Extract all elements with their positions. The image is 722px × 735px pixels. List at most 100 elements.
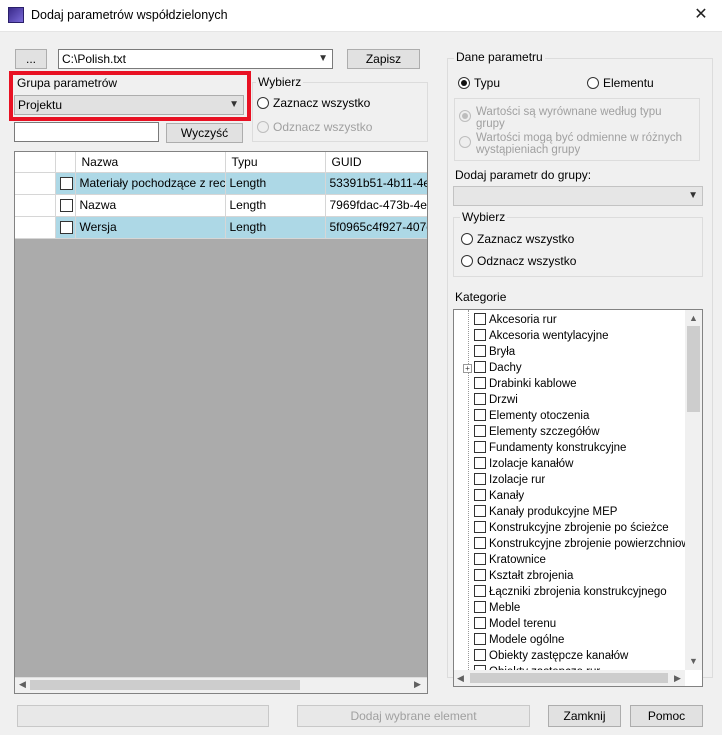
- scroll-thumb[interactable]: [687, 326, 700, 412]
- column-header-name[interactable]: Nazwa: [75, 152, 226, 173]
- deselect-all-left-radio[interactable]: Odznacz wszystko: [257, 120, 372, 134]
- checkbox-icon[interactable]: [474, 409, 486, 421]
- category-label: Kanały: [489, 490, 525, 502]
- add-selected-button[interactable]: Dodaj wybrane element: [297, 705, 530, 727]
- scroll-right-icon[interactable]: ▶: [674, 673, 681, 684]
- checkbox-icon[interactable]: [474, 633, 486, 645]
- categories-tree[interactable]: + Akcesoria rur Akcesoria wentylacyjne Bry…: [453, 309, 703, 687]
- category-label: Konstrukcyjne zbrojenie powierzchniowe: [489, 538, 686, 550]
- scroll-right-icon[interactable]: ▶: [414, 679, 421, 690]
- category-item[interactable]: Kratownice: [474, 552, 546, 568]
- column-header: [15, 152, 56, 173]
- row-checkbox[interactable]: [55, 216, 76, 239]
- help-button[interactable]: Pomoc: [630, 705, 703, 727]
- checkbox-icon[interactable]: [474, 537, 486, 549]
- file-path-combo[interactable]: C:\Polish.txt ▼: [58, 49, 333, 69]
- checkbox-icon[interactable]: [474, 649, 486, 661]
- checkbox-icon[interactable]: [474, 505, 486, 517]
- column-header-guid[interactable]: GUID: [325, 152, 427, 173]
- categories-legend: Kategorie: [455, 290, 507, 304]
- checkbox-icon[interactable]: [474, 457, 486, 469]
- category-item[interactable]: Bryła: [474, 344, 515, 360]
- category-item[interactable]: Konstrukcyjne zbrojenie powierzchniowe: [474, 536, 686, 552]
- parameters-table[interactable]: Nazwa Typu GUID Materiały pochodzące z r…: [14, 151, 428, 694]
- category-item[interactable]: Łączniki zbrojenia konstrukcyjnego: [474, 584, 667, 600]
- category-item[interactable]: Izolacje rur: [474, 472, 545, 488]
- checkbox-icon[interactable]: [474, 489, 486, 501]
- guid-cell: 53391b51-4b11-4e8a: [325, 172, 427, 195]
- checkbox-icon[interactable]: [474, 361, 486, 373]
- radio-icon: [461, 255, 473, 267]
- scroll-left-icon[interactable]: ◀: [19, 679, 26, 690]
- deselect-all-right-radio[interactable]: Odznacz wszystko: [461, 254, 576, 268]
- category-item[interactable]: Akcesoria rur: [474, 312, 557, 328]
- category-item[interactable]: Modele ogólne: [474, 632, 564, 648]
- group-combo[interactable]: Projektu ▼: [14, 95, 244, 115]
- scroll-thumb[interactable]: [30, 680, 300, 690]
- category-item[interactable]: Obiekty zastępcze kanałów: [474, 648, 628, 664]
- category-label: Model terenu: [489, 618, 557, 630]
- category-item[interactable]: Fundamenty konstrukcyjne: [474, 440, 626, 456]
- save-button[interactable]: Zapisz: [347, 49, 420, 69]
- category-item[interactable]: Dachy: [474, 360, 522, 376]
- table-row[interactable]: Nazwa Length 7969fdac-473b-4e59: [15, 194, 427, 217]
- type-radio[interactable]: Typu: [458, 76, 500, 90]
- checkbox-icon[interactable]: [474, 553, 486, 565]
- category-item[interactable]: Model terenu: [474, 616, 556, 632]
- row-header-cell[interactable]: [15, 172, 56, 195]
- row-checkbox[interactable]: [55, 172, 76, 195]
- checkbox-icon[interactable]: [474, 345, 486, 357]
- checkbox-icon[interactable]: [474, 425, 486, 437]
- checkbox-icon[interactable]: [474, 473, 486, 485]
- checkbox-icon[interactable]: [474, 601, 486, 613]
- category-item[interactable]: Meble: [474, 600, 520, 616]
- category-label: Obiekty zastępcze kanałów: [489, 650, 629, 662]
- aligned-values-radio[interactable]: Wartości są wyrównane według typu grupy: [459, 106, 689, 130]
- clear-button[interactable]: Wyczyść: [166, 123, 243, 143]
- checkbox-icon[interactable]: [474, 313, 486, 325]
- category-item[interactable]: Elementy szczegółów: [474, 424, 600, 440]
- checkbox-icon[interactable]: [474, 585, 486, 597]
- category-item[interactable]: Elementy otoczenia: [474, 408, 589, 424]
- element-radio[interactable]: Elementu: [587, 76, 654, 90]
- checkbox-icon[interactable]: [474, 393, 486, 405]
- category-item[interactable]: Kształt zbrojenia: [474, 568, 573, 584]
- scroll-left-icon[interactable]: ◀: [457, 673, 464, 684]
- group-value: Projektu: [18, 98, 63, 112]
- category-label: Izolacje kanałów: [489, 458, 574, 470]
- expand-icon[interactable]: +: [463, 364, 472, 373]
- column-header-type[interactable]: Typu: [225, 152, 326, 173]
- category-item[interactable]: Drzwi: [474, 392, 518, 408]
- category-label: Dachy: [489, 362, 522, 374]
- table-row[interactable]: Materiały pochodzące z rec... Length 533…: [15, 172, 427, 195]
- select-all-right-radio[interactable]: Zaznacz wszystko: [461, 232, 574, 246]
- checkbox-icon[interactable]: [474, 377, 486, 389]
- category-item[interactable]: Izolacje kanałów: [474, 456, 573, 472]
- select-all-left-radio[interactable]: Zaznacz wszystko: [257, 96, 370, 110]
- add-to-group-combo[interactable]: ▼: [453, 186, 703, 206]
- scroll-thumb[interactable]: [470, 673, 668, 683]
- type-radio-label: Typu: [474, 76, 501, 90]
- browse-button[interactable]: ...: [15, 49, 47, 69]
- checkbox-icon[interactable]: [474, 441, 486, 453]
- scroll-down-icon[interactable]: ▼: [689, 656, 698, 666]
- checkbox-icon[interactable]: [474, 521, 486, 533]
- category-item[interactable]: Akcesoria wentylacyjne: [474, 328, 609, 344]
- checkbox-icon[interactable]: [474, 569, 486, 581]
- table-row[interactable]: Wersja Length 5f0965c4f927-407e-: [15, 216, 427, 239]
- checkbox-icon[interactable]: [474, 329, 486, 341]
- filter-input[interactable]: [14, 122, 159, 142]
- row-header-cell[interactable]: [15, 194, 56, 217]
- category-item[interactable]: Kanały: [474, 488, 524, 504]
- close-icon[interactable]: ✕: [686, 4, 716, 26]
- close-button[interactable]: Zamknij: [548, 705, 621, 727]
- category-item[interactable]: Konstrukcyjne zbrojenie po ścieżce: [474, 520, 669, 536]
- row-checkbox[interactable]: [55, 194, 76, 217]
- aligned-values-label: Wartości są wyrównane według typu grupy: [476, 106, 662, 130]
- category-item[interactable]: Kanały produkcyjne MEP: [474, 504, 617, 520]
- row-header-cell[interactable]: [15, 216, 56, 239]
- scroll-up-icon[interactable]: ▲: [689, 313, 698, 323]
- checkbox-icon[interactable]: [474, 617, 486, 629]
- category-item[interactable]: Drabinki kablowe: [474, 376, 577, 392]
- varied-values-radio[interactable]: Wartości mogą być odmienne w różnych wys…: [459, 132, 689, 156]
